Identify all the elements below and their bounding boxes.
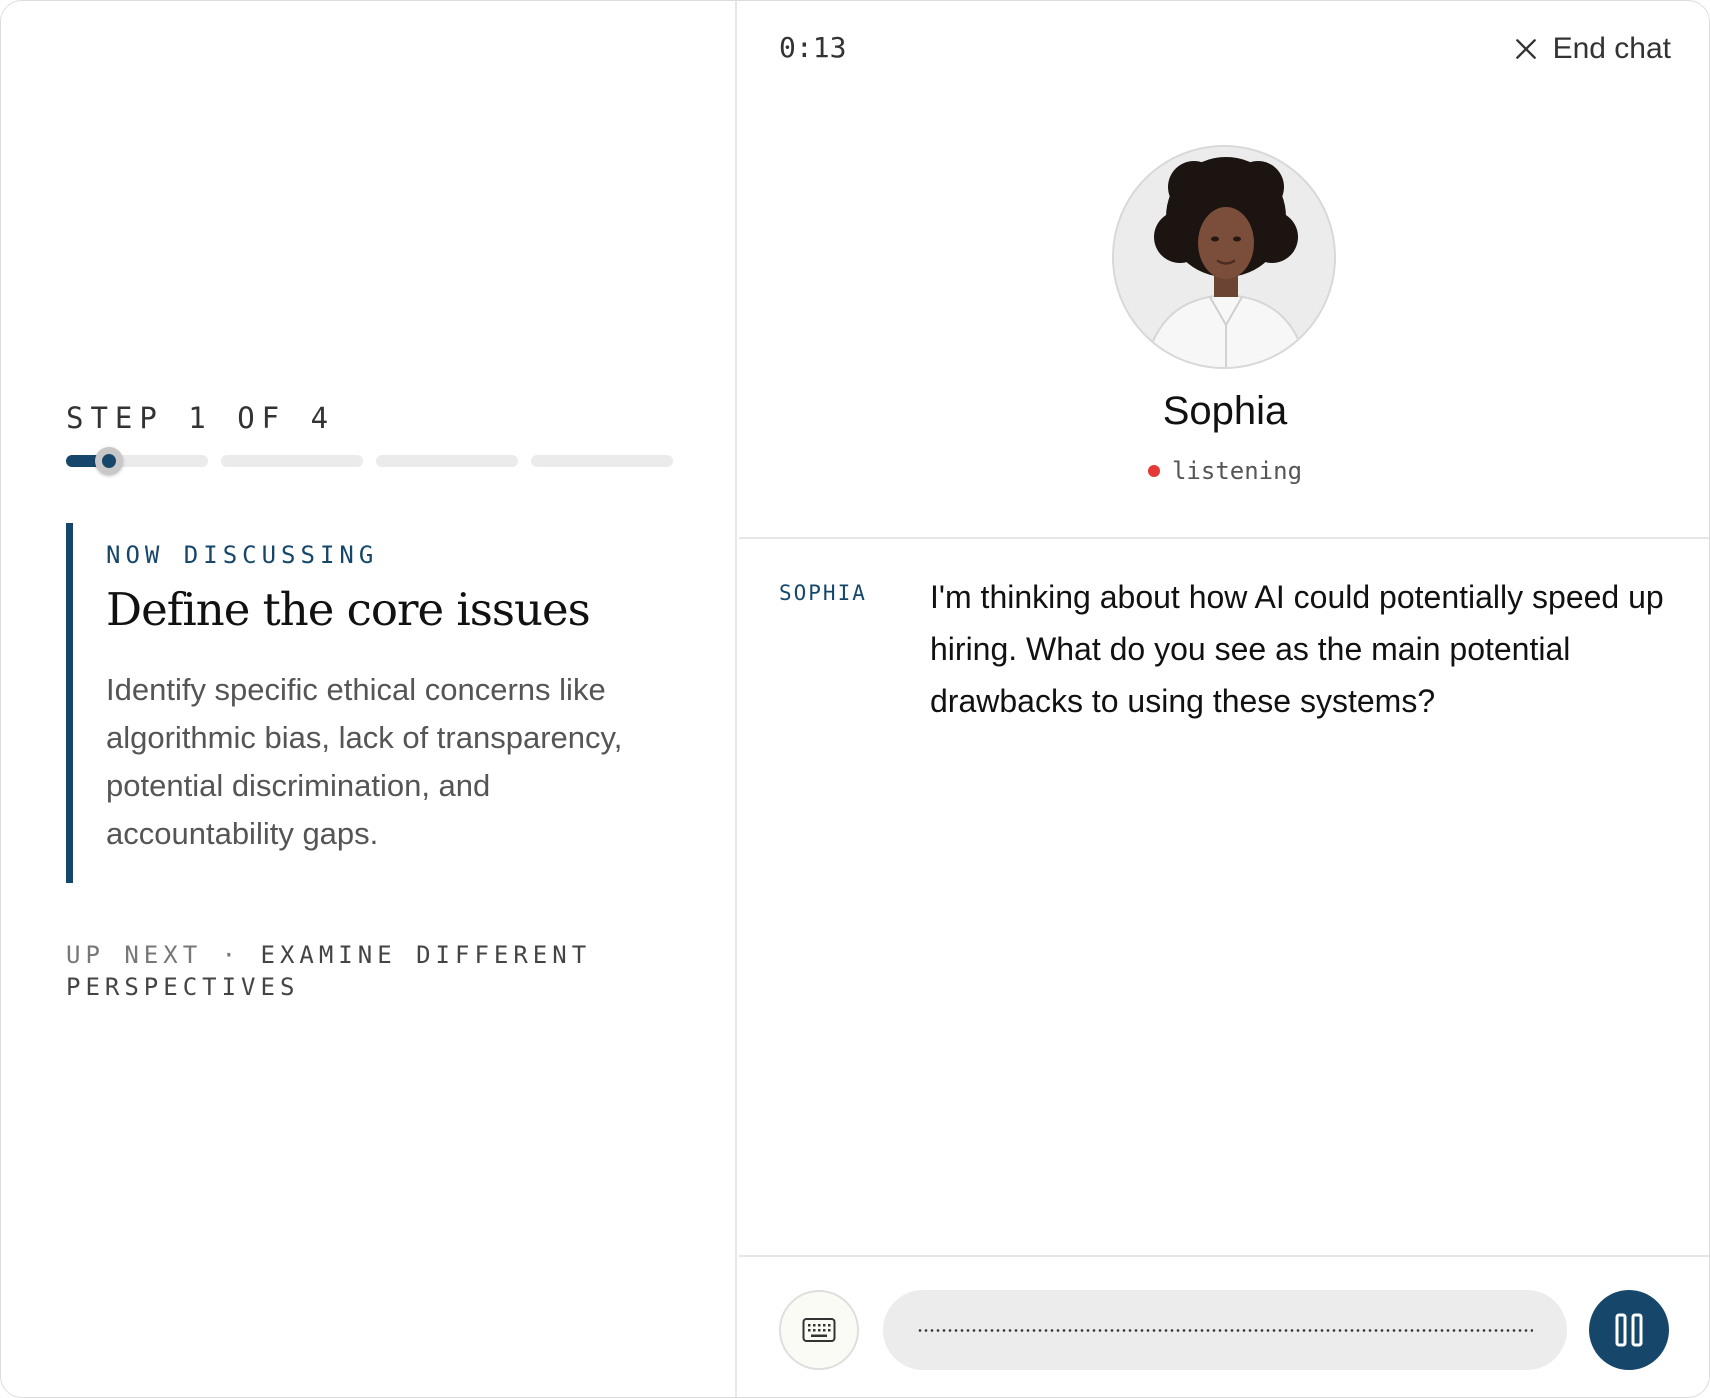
end-chat-button[interactable]: End chat bbox=[1513, 29, 1671, 69]
person-portrait-icon bbox=[1114, 147, 1334, 367]
keyboard-icon bbox=[802, 1318, 836, 1342]
pause-icon bbox=[1615, 1313, 1643, 1347]
waveform-line bbox=[917, 1328, 1533, 1332]
now-discussing-card: NOW DISCUSSING Define the core issues Id… bbox=[66, 523, 672, 883]
status-text: listening bbox=[1171, 457, 1303, 485]
step-title: Define the core issues bbox=[106, 583, 591, 636]
call-timer: 0:13 bbox=[779, 31, 847, 64]
now-discussing-label: NOW DISCUSSING bbox=[106, 541, 379, 569]
progress-segment-3 bbox=[376, 455, 518, 467]
controls-divider bbox=[739, 1255, 1709, 1257]
step-panel: STEP 1 OF 4 NOW DISCUSSING Define the co… bbox=[1, 1, 737, 1397]
progress-handle bbox=[95, 447, 123, 475]
up-next-prefix: UP NEXT · bbox=[66, 941, 242, 969]
agent-name: Sophia bbox=[1162, 389, 1288, 433]
up-next: UP NEXT · EXAMINE DIFFERENT PERSPECTIVES bbox=[66, 939, 626, 1003]
close-icon bbox=[1515, 39, 1536, 59]
app-window: STEP 1 OF 4 NOW DISCUSSING Define the co… bbox=[0, 0, 1710, 1398]
keyboard-toggle-button[interactable] bbox=[779, 1290, 859, 1370]
end-chat-label: End chat bbox=[1552, 32, 1671, 65]
progress-segment-1 bbox=[66, 447, 208, 475]
step-counter: STEP 1 OF 4 bbox=[66, 401, 336, 435]
message-speaker: SOPHIA bbox=[779, 581, 867, 605]
status-dot-icon bbox=[1147, 465, 1160, 477]
agent-status: listening bbox=[739, 457, 1709, 485]
progress-segment-4 bbox=[531, 455, 673, 467]
progress-segment-2 bbox=[221, 455, 363, 467]
message-text: I'm thinking about how AI could potentia… bbox=[930, 579, 1664, 719]
chat-panel: 0:13 End chat Sophia listening SOPHIA I'… bbox=[739, 1, 1709, 1397]
header-divider bbox=[739, 537, 1709, 539]
step-description: Identify specific ethical concerns like … bbox=[106, 672, 623, 851]
avatar bbox=[1112, 145, 1336, 369]
step-progress bbox=[66, 447, 673, 475]
audio-waveform bbox=[883, 1290, 1567, 1370]
pause-button[interactable] bbox=[1589, 1290, 1669, 1370]
